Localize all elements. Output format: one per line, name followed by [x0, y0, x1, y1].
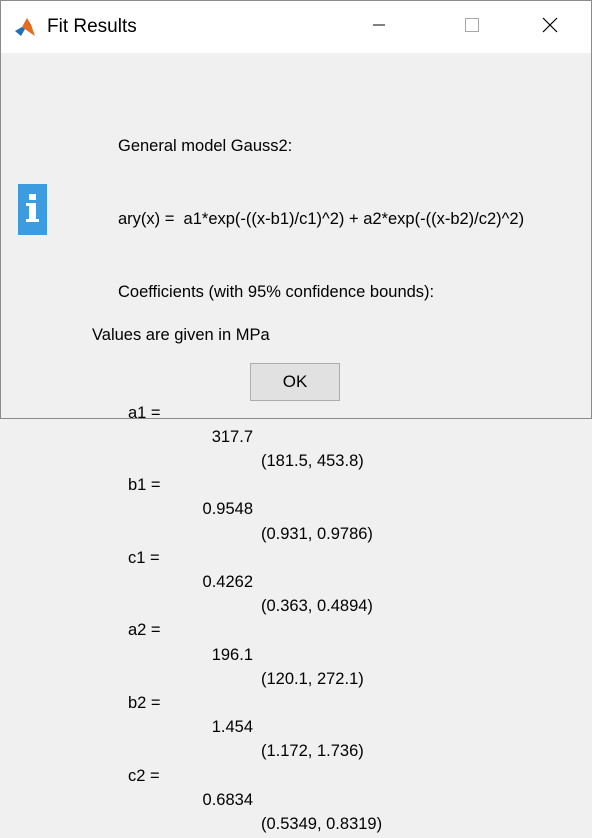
- units-note: Values are given in MPa: [92, 326, 270, 344]
- coefficient-value: 0.4262: [202, 572, 253, 591]
- coefficient-value: 196.1: [211, 645, 253, 664]
- maximize-icon: [465, 17, 479, 37]
- minimize-button[interactable]: [356, 1, 402, 53]
- fit-message: General model Gauss2: ary(x) = a1*exp(-(…: [118, 86, 525, 833]
- coefficients-header: Coefficients (with 95% confidence bounds…: [118, 282, 435, 301]
- minimize-icon: [373, 18, 385, 36]
- coefficient-name: c1 =: [128, 548, 160, 567]
- window-title: Fit Results: [47, 16, 137, 37]
- dialog-content: General model Gauss2: ary(x) = a1*exp(-(…: [1, 53, 591, 833]
- coefficient-name: a2 =: [128, 621, 161, 640]
- close-button[interactable]: [527, 1, 573, 53]
- matlab-icon: [14, 16, 36, 38]
- coefficient-row: c2 = 0.6834 (0.5349, 0.8319): [118, 739, 524, 833]
- model-line: General model Gauss2:: [118, 137, 293, 156]
- fit-results-dialog: Fit Results General model Gauss2: ary(x)…: [0, 0, 592, 833]
- coefficient-value: 317.7: [211, 427, 253, 446]
- coefficient-name: b1 =: [128, 476, 161, 495]
- coefficient-value: 0.6834: [202, 790, 253, 809]
- maximize-button[interactable]: [449, 1, 495, 53]
- ok-button[interactable]: OK: [250, 363, 340, 401]
- coefficient-name: c2 =: [128, 766, 160, 785]
- title-bar[interactable]: Fit Results: [1, 1, 591, 53]
- coefficient-row: a2 = 196.1 (120.1, 272.1): [118, 594, 524, 687]
- coefficient-row: c1 = 0.4262 (0.363, 0.4894): [118, 522, 524, 615]
- coefficient-name: a1 =: [128, 403, 161, 422]
- close-icon: [542, 17, 558, 38]
- coefficient-value: 1.454: [211, 718, 253, 737]
- coefficient-value: 0.9548: [202, 500, 253, 519]
- info-icon: [18, 184, 47, 235]
- coefficient-bounds: (0.5349, 0.8319): [261, 814, 383, 833]
- coefficient-row: b2 = 1.454 (1.172, 1.736): [118, 667, 524, 760]
- coefficient-row: b1 = 0.9548 (0.931, 0.9786): [118, 449, 524, 542]
- coefficient-name: b2 =: [128, 693, 161, 712]
- equation-line: ary(x) = a1*exp(-((x-b1)/c1)^2) + a2*exp…: [118, 210, 525, 228]
